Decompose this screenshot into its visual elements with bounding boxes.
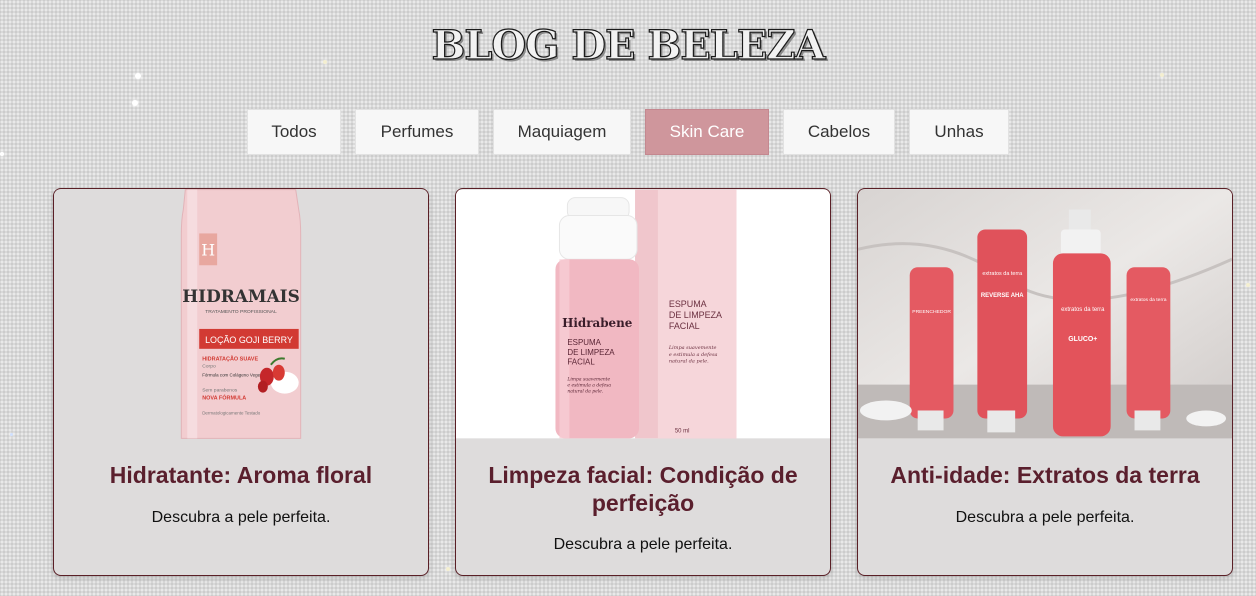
extratos-da-terra-products-image: PREENCHEDOR extratos da terra REVERSE AH… — [858, 189, 1232, 439]
blog-card-hidratante[interactable]: H HIDRAMAIS TRATAMENTO PROFISSIONAL LOÇÃ… — [53, 188, 429, 576]
svg-text:Limpa suavemente: Limpa suavemente — [668, 345, 717, 351]
label-line4: Sem parabenos — [202, 388, 238, 394]
svg-text:natural da pele.: natural da pele. — [669, 359, 709, 365]
sparkle-decoration — [135, 73, 141, 79]
label-footer: Dermatologicamente Testado — [202, 410, 261, 415]
tagline-text: TRATAMENTO PROFISSIONAL — [205, 309, 277, 315]
card-description: Descubra a pele perfeita. — [553, 536, 733, 553]
label-line5: NOVA FÓRMULA — [202, 394, 246, 402]
svg-text:extratos da terra: extratos da terra — [982, 271, 1023, 277]
box-text: ESPUMA — [669, 299, 707, 309]
sparkle-decoration — [446, 567, 450, 571]
card-title[interactable]: Hidratante: Aroma floral — [66, 461, 416, 489]
brand-text: HIDRAMAIS — [182, 286, 300, 306]
filter-unhas-button[interactable]: Unhas — [909, 109, 1009, 155]
sparkle-decoration — [10, 433, 13, 436]
svg-text:natural da pele.: natural da pele. — [567, 389, 603, 395]
filter-todos-button[interactable]: Todos — [247, 109, 341, 155]
label-line1: HIDRATAÇÃO SUAVE — [202, 356, 258, 363]
svg-text:DE LIMPEZA: DE LIMPEZA — [567, 348, 615, 357]
svg-text:e estimula a defesa: e estimula a defesa — [669, 352, 718, 358]
svg-text:DE LIMPEZA: DE LIMPEZA — [669, 310, 722, 320]
svg-text:PREENCHEDOR: PREENCHEDOR — [912, 309, 951, 315]
blog-card-limpeza-facial[interactable]: ESPUMA DE LIMPEZA FACIAL Limpa suavement… — [455, 188, 831, 576]
category-filter-bar: Todos Perfumes Maquiagem Skin Care Cabel… — [0, 109, 1256, 155]
svg-text:Limpa suavemente: Limpa suavemente — [566, 377, 610, 383]
svg-text:REVERSE AHA: REVERSE AHA — [981, 293, 1024, 299]
brand-text: Hidrabene — [562, 316, 633, 330]
card-title[interactable]: Limpeza facial: Condição de perfeição — [468, 461, 818, 517]
sparkle-decoration — [1160, 73, 1164, 77]
filter-skin-care-button[interactable]: Skin Care — [645, 109, 769, 155]
svg-text:GLUCO+: GLUCO+ — [1068, 336, 1097, 343]
hidrabene-foam-image: ESPUMA DE LIMPEZA FACIAL Limpa suavement… — [456, 189, 830, 439]
filter-perfumes-button[interactable]: Perfumes — [355, 109, 479, 155]
svg-text:FACIAL: FACIAL — [567, 358, 595, 367]
hidramais-lotion-image: H HIDRAMAIS TRATAMENTO PROFISSIONAL LOÇÃ… — [54, 189, 428, 439]
filter-maquiagem-button[interactable]: Maquiagem — [493, 109, 631, 155]
svg-text:FACIAL: FACIAL — [669, 321, 700, 331]
sparkle-decoration — [132, 100, 138, 106]
filter-cabelos-button[interactable]: Cabelos — [783, 109, 895, 155]
sparkle-decoration — [1246, 283, 1250, 287]
svg-text:ESPUMA: ESPUMA — [567, 338, 601, 347]
svg-text:extratos da terra: extratos da terra — [1130, 297, 1166, 303]
card-description: Descubra a pele perfeita. — [151, 509, 331, 526]
svg-text:extratos da terra: extratos da terra — [1061, 307, 1105, 313]
product-text: LOÇÃO GOJI BERRY — [205, 335, 293, 345]
volume-text: 50 ml — [675, 428, 690, 434]
svg-text:H: H — [201, 240, 215, 259]
card-description: Descubra a pele perfeita. — [955, 509, 1135, 526]
label-line2: Corpo — [202, 364, 216, 370]
svg-text:e estimula a defesa: e estimula a defesa — [567, 383, 611, 389]
card-title[interactable]: Anti-idade: Extratos da terra — [870, 461, 1220, 489]
page-title: BLOG DE BELEZA — [431, 21, 826, 69]
blog-card-anti-idade[interactable]: PREENCHEDOR extratos da terra REVERSE AH… — [857, 188, 1233, 576]
